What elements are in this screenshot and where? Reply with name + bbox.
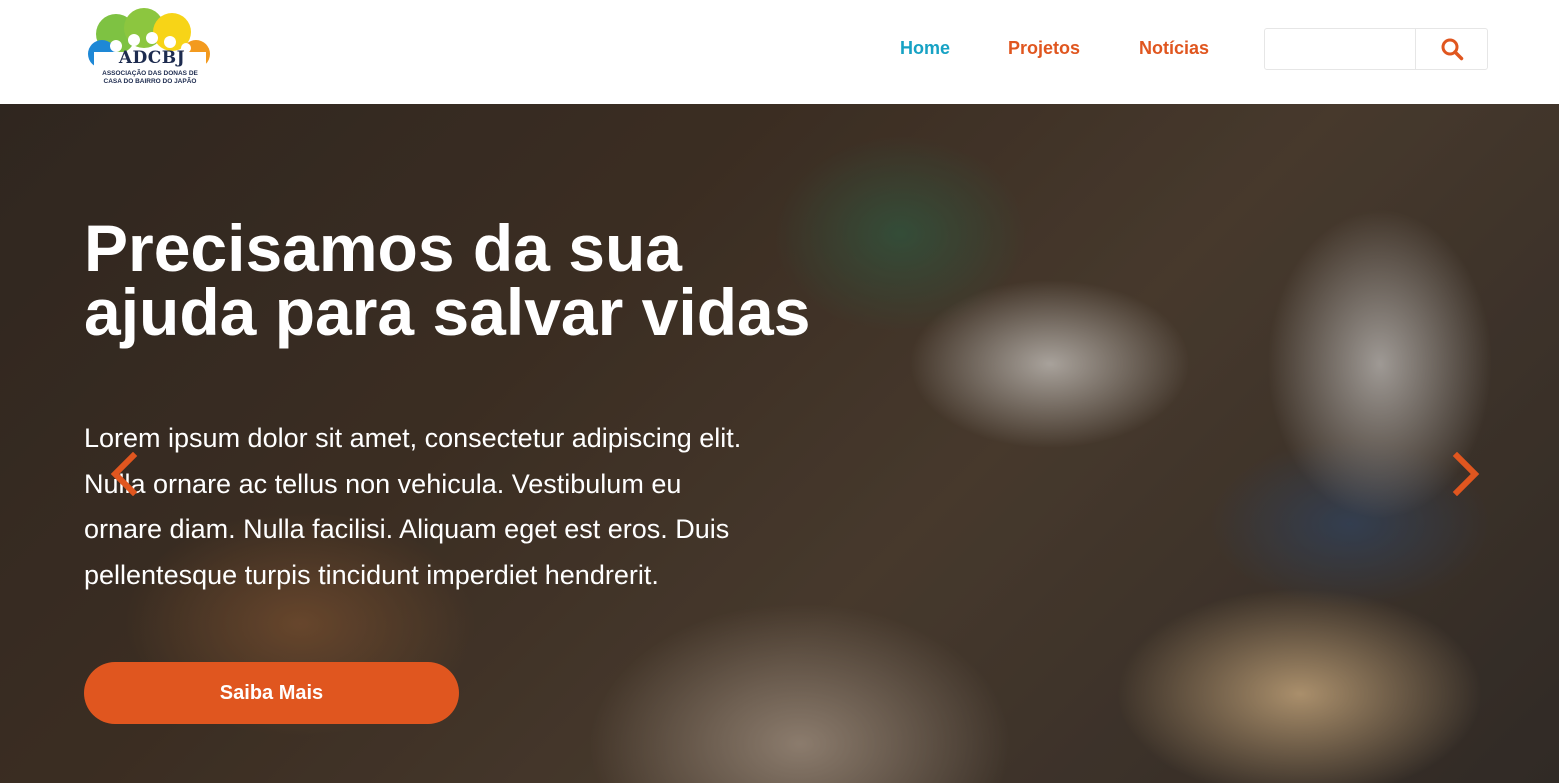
carousel-prev-button[interactable] xyxy=(104,449,144,499)
search-box xyxy=(1264,28,1488,70)
hero-description: Lorem ipsum dolor sit amet, consectetur … xyxy=(84,423,742,590)
nav-noticias-link[interactable]: Notícias xyxy=(1139,38,1209,59)
site-header: ADCBJ ASSOCIAÇÃO DAS DONAS DE CASA DO BA… xyxy=(0,0,1559,104)
logo[interactable]: ADCBJ ASSOCIAÇÃO DAS DONAS DE CASA DO BA… xyxy=(88,8,212,96)
saiba-mais-button[interactable]: Saiba Mais xyxy=(84,662,459,724)
nav-home-link[interactable]: Home xyxy=(900,38,950,59)
chevron-left-icon xyxy=(110,452,138,496)
logo-text: ADCBJ xyxy=(118,48,186,68)
search-icon xyxy=(1441,38,1464,61)
search-input[interactable] xyxy=(1265,29,1415,69)
hero-title: Precisamos da sua ajuda para salvar vida… xyxy=(84,211,811,349)
chevron-right-icon xyxy=(1452,452,1480,496)
search-button[interactable] xyxy=(1415,29,1488,69)
nav-projetos-link[interactable]: Projetos xyxy=(1008,38,1080,59)
logo-subtitle: ASSOCIAÇÃO DAS DONAS DE CASA DO BAIRRO D… xyxy=(102,70,198,85)
carousel-next-button[interactable] xyxy=(1446,449,1486,499)
hero-banner: Precisamos da sua ajuda para salvar vida… xyxy=(0,104,1559,783)
